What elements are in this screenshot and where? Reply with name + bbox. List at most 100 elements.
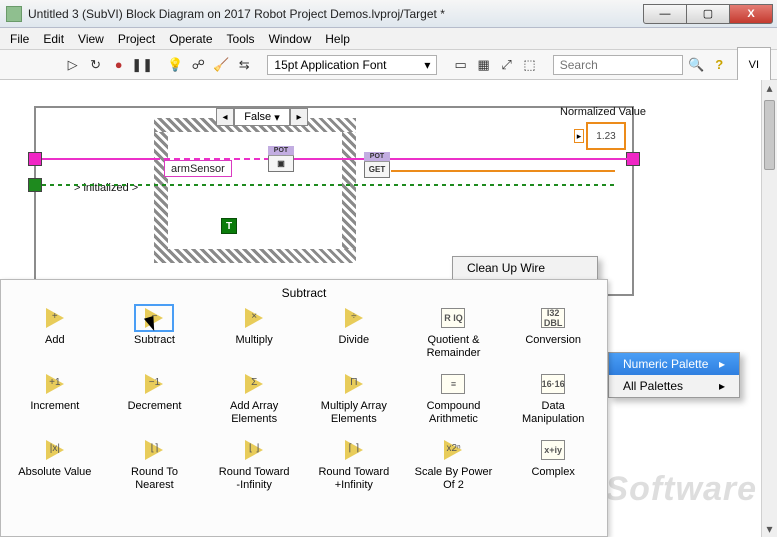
menu-window[interactable]: Window: [269, 32, 312, 46]
wire-green[interactable]: [154, 184, 614, 186]
palette-item-icon: Σ: [236, 372, 272, 396]
palette-item[interactable]: ΣAdd Array Elements: [204, 372, 304, 426]
palette-item-label: Data Manipulation: [522, 400, 584, 426]
numeric-palette: Subtract +Add−Subtract×Multiply÷DivideR …: [0, 279, 608, 537]
wire-pink[interactable]: [390, 158, 628, 160]
shift-register-left[interactable]: [28, 152, 42, 166]
indicator-body: 1.23: [586, 122, 626, 150]
palette-item[interactable]: ⌊ ⌋Round Toward -Infinity: [204, 438, 304, 492]
true-constant[interactable]: T: [221, 218, 237, 234]
palette-item-label: Complex: [531, 466, 574, 479]
menu-project[interactable]: Project: [118, 32, 155, 46]
align-button[interactable]: ▭: [451, 55, 470, 75]
palette-item-icon: x2ⁿ: [435, 438, 471, 462]
wire-pink[interactable]: [294, 158, 364, 160]
toolbar: ▷ ↻ ● ❚❚ 💡 ☍ 🧹 ⇆ 15pt Application Font ▾…: [0, 50, 777, 80]
search-icon[interactable]: 🔍: [687, 55, 706, 75]
abort-button[interactable]: ●: [109, 55, 128, 75]
case-prev-button[interactable]: ◂: [216, 108, 234, 126]
search-input[interactable]: [553, 55, 683, 75]
palette-item-label: Increment: [30, 400, 79, 413]
scroll-down-icon[interactable]: ▾: [762, 521, 777, 537]
indicator-terminal-icon: ▸: [574, 129, 584, 143]
palette-item[interactable]: +1 Increment: [5, 372, 105, 426]
pot-get-node-label: GET: [369, 165, 385, 174]
palette-item-icon: ≡: [435, 372, 471, 396]
wire-orange[interactable]: [391, 170, 615, 172]
clean-diagram-icon[interactable]: 🧹: [212, 55, 231, 75]
palette-item-icon: ÷: [336, 306, 372, 330]
block-diagram-canvas[interactable]: TS ation Software ◂ False ▾ ▸ > initiali…: [0, 80, 777, 537]
palette-item-label: Round Toward -Infinity: [219, 466, 290, 492]
menu-edit[interactable]: Edit: [43, 32, 64, 46]
normalized-value-label: Normalized Value: [560, 106, 646, 118]
shift-register-right[interactable]: [626, 152, 640, 166]
palette-submenu: Numeric Palette ▸ All Palettes ▸: [608, 352, 740, 398]
palette-item[interactable]: −1Decrement: [105, 372, 205, 426]
close-button[interactable]: X: [729, 4, 773, 24]
submenu-all-palettes[interactable]: All Palettes ▸: [609, 375, 739, 397]
normalized-value-indicator[interactable]: ▸ 1.23: [574, 122, 626, 150]
font-selector-label: 15pt Application Font: [274, 58, 386, 72]
case-structure[interactable]: [154, 118, 356, 263]
menu-view[interactable]: View: [78, 32, 104, 46]
highlight-execution-icon[interactable]: 💡: [166, 55, 185, 75]
menu-tools[interactable]: Tools: [227, 32, 255, 46]
palette-item[interactable]: I32 DBLConversion: [503, 306, 603, 360]
reorder-icon[interactable]: ⇆: [235, 55, 254, 75]
palette-item[interactable]: ⌊⌉Round To Nearest: [105, 438, 205, 492]
pause-button[interactable]: ❚❚: [132, 55, 152, 75]
palette-item[interactable]: +Add: [5, 306, 105, 360]
palette-item[interactable]: ≡ Compound Arithmetic: [404, 372, 504, 426]
palette-title: Subtract: [1, 286, 607, 300]
menu-file[interactable]: File: [10, 32, 29, 46]
palette-item-label: Multiply: [236, 334, 273, 347]
palette-item-label: Absolute Value: [18, 466, 91, 479]
maximize-button[interactable]: ▢: [686, 4, 730, 24]
ctx-clean-up-wire[interactable]: Clean Up Wire: [453, 257, 597, 279]
palette-item[interactable]: R IQQuotient & Remainder: [404, 306, 504, 360]
minimize-button[interactable]: —: [643, 4, 687, 24]
wire-green[interactable]: [42, 184, 154, 186]
palette-item[interactable]: ⌈ ⌉Round Toward +Infinity: [304, 438, 404, 492]
palette-item[interactable]: x2ⁿScale By Power Of 2: [404, 438, 504, 492]
submenu-numeric-palette[interactable]: Numeric Palette ▸: [609, 353, 739, 375]
palette-item-label: Compound Arithmetic: [427, 400, 481, 426]
palette-item[interactable]: −Subtract: [105, 306, 205, 360]
palette-item-icon: +1: [37, 372, 73, 396]
chevron-down-icon: ▾: [424, 58, 430, 72]
run-button[interactable]: ▷: [63, 55, 82, 75]
palette-item[interactable]: ΠMultiply Array Elements: [304, 372, 404, 426]
palette-item-label: Conversion: [525, 334, 581, 347]
tunnel-green-left[interactable]: [28, 178, 42, 192]
distribute-button[interactable]: ▦: [474, 55, 493, 75]
resize-button[interactable]: ⤢: [497, 55, 516, 75]
wire-pink[interactable]: [154, 158, 268, 160]
menu-operate[interactable]: Operate: [169, 32, 212, 46]
case-next-button[interactable]: ▸: [290, 108, 308, 126]
font-selector[interactable]: 15pt Application Font ▾: [267, 55, 437, 75]
palette-item[interactable]: ÷Divide: [304, 306, 404, 360]
run-continuous-button[interactable]: ↻: [86, 55, 105, 75]
retain-wires-icon[interactable]: ☍: [189, 55, 208, 75]
arm-sensor-constant[interactable]: armSensor: [164, 160, 232, 177]
palette-item-label: Multiply Array Elements: [321, 400, 387, 426]
pot-get-node[interactable]: POT GET: [364, 152, 390, 178]
app-icon: [6, 6, 22, 22]
case-selector-label[interactable]: False ▾: [234, 108, 290, 126]
help-icon[interactable]: ?: [710, 55, 729, 75]
order-button[interactable]: ⬚: [520, 55, 539, 75]
scroll-up-icon[interactable]: ▴: [762, 80, 777, 96]
pot-open-node[interactable]: POT ▣: [268, 146, 294, 172]
palette-item[interactable]: x+iyComplex: [503, 438, 603, 492]
wire-pink[interactable]: [42, 158, 154, 160]
menu-help[interactable]: Help: [325, 32, 350, 46]
palette-grid: +Add−Subtract×Multiply÷DivideR IQQuotien…: [1, 306, 607, 492]
palette-item-label: Add: [45, 334, 65, 347]
scroll-thumb[interactable]: [764, 100, 775, 170]
vertical-scrollbar[interactable]: ▴ ▾: [761, 80, 777, 537]
palette-item[interactable]: 16·16Data Manipulation: [503, 372, 603, 426]
vi-icon[interactable]: VI: [737, 47, 771, 83]
palette-item[interactable]: |x|Absolute Value: [5, 438, 105, 492]
palette-item[interactable]: ×Multiply: [204, 306, 304, 360]
